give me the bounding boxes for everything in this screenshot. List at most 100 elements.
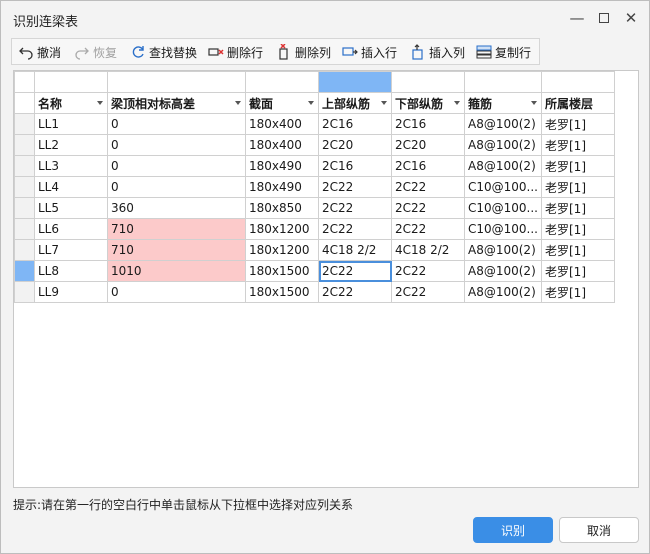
- table-cell[interactable]: C10@100...: [464, 218, 542, 240]
- undo-button[interactable]: 撤消: [18, 42, 61, 62]
- table-cell[interactable]: 2C22: [318, 281, 392, 303]
- table-cell[interactable]: 老罗[1]: [541, 197, 615, 219]
- table-cell[interactable]: 2C22: [391, 176, 465, 198]
- row-header[interactable]: [14, 134, 35, 156]
- column-header-stirrup[interactable]: 箍筋: [464, 92, 542, 114]
- table-cell[interactable]: 老罗[1]: [541, 218, 615, 240]
- maximize-button[interactable]: [591, 7, 617, 29]
- table-cell[interactable]: 180x1500: [245, 281, 319, 303]
- table-cell[interactable]: LL1: [34, 113, 108, 135]
- table-cell[interactable]: 0: [107, 134, 246, 156]
- table-cell[interactable]: LL2: [34, 134, 108, 156]
- table-cell[interactable]: A8@100(2): [464, 155, 542, 177]
- table-cell[interactable]: 4C18 2/2: [318, 239, 392, 261]
- table-cell[interactable]: 4C18 2/2: [391, 239, 465, 261]
- row-header[interactable]: [14, 71, 35, 93]
- table-cell[interactable]: 2C20: [318, 134, 392, 156]
- row-header[interactable]: [14, 239, 35, 261]
- table-cell[interactable]: 0: [107, 281, 246, 303]
- table-cell[interactable]: 0: [107, 155, 246, 177]
- table-cell[interactable]: LL5: [34, 197, 108, 219]
- dropdown-arrow-icon[interactable]: [381, 101, 387, 105]
- minimize-button[interactable]: —: [564, 7, 590, 29]
- table-cell[interactable]: C10@100...: [464, 197, 542, 219]
- table-cell[interactable]: A8@100(2): [464, 260, 542, 282]
- table-cell[interactable]: A8@100(2): [464, 239, 542, 261]
- table-cell[interactable]: 0: [107, 113, 246, 135]
- table-cell[interactable]: LL7: [34, 239, 108, 261]
- close-button[interactable]: ✕: [618, 7, 644, 29]
- column-header-name[interactable]: 名称: [34, 92, 108, 114]
- table-cell[interactable]: 2C22: [318, 218, 392, 240]
- table-cell[interactable]: LL6: [34, 218, 108, 240]
- table-cell[interactable]: 180x1500: [245, 260, 319, 282]
- mapping-cell-selected[interactable]: [318, 71, 392, 93]
- recognize-button[interactable]: 识别: [473, 517, 553, 543]
- table-cell[interactable]: 360: [107, 197, 246, 219]
- table-cell[interactable]: 老罗[1]: [541, 113, 615, 135]
- table-cell[interactable]: 老罗[1]: [541, 260, 615, 282]
- cancel-button[interactable]: 取消: [559, 517, 639, 543]
- table-cell[interactable]: LL8: [34, 260, 108, 282]
- delete-row-button[interactable]: 删除行: [208, 42, 263, 62]
- insert-row-button[interactable]: 插入行: [342, 42, 397, 62]
- table-cell[interactable]: 180x1200: [245, 218, 319, 240]
- row-header[interactable]: [14, 176, 35, 198]
- dropdown-arrow-icon[interactable]: [235, 101, 241, 105]
- mapping-cell[interactable]: [541, 71, 615, 93]
- table-cell[interactable]: C10@100...: [464, 176, 542, 198]
- table-cell[interactable]: 2C22: [318, 197, 392, 219]
- column-header-elevation[interactable]: 梁顶相对标高差: [107, 92, 246, 114]
- table-cell[interactable]: 老罗[1]: [541, 176, 615, 198]
- table-cell[interactable]: LL3: [34, 155, 108, 177]
- table-cell[interactable]: 2C22: [391, 197, 465, 219]
- row-header[interactable]: [14, 197, 35, 219]
- redo-button[interactable]: 恢复: [74, 42, 117, 62]
- insert-col-button[interactable]: 插入列: [410, 42, 465, 62]
- mapping-cell[interactable]: [245, 71, 319, 93]
- table-cell[interactable]: 2C16: [318, 113, 392, 135]
- row-header[interactable]: [14, 155, 35, 177]
- copy-row-button[interactable]: 复制行: [476, 42, 531, 62]
- row-header[interactable]: [14, 260, 35, 282]
- table-cell[interactable]: 180x490: [245, 155, 319, 177]
- table-cell[interactable]: 180x400: [245, 113, 319, 135]
- table-cell[interactable]: 2C22: [318, 260, 392, 282]
- table-cell[interactable]: A8@100(2): [464, 113, 542, 135]
- table-cell[interactable]: 2C22: [318, 176, 392, 198]
- dropdown-arrow-icon[interactable]: [454, 101, 460, 105]
- table-cell[interactable]: 1010: [107, 260, 246, 282]
- table-cell[interactable]: 2C16: [391, 155, 465, 177]
- row-header[interactable]: [14, 92, 35, 114]
- dropdown-arrow-icon[interactable]: [308, 101, 314, 105]
- mapping-cell[interactable]: [107, 71, 246, 93]
- column-header-top-rebar[interactable]: 上部纵筋: [318, 92, 392, 114]
- table-cell[interactable]: 180x490: [245, 176, 319, 198]
- table-cell[interactable]: 2C16: [391, 113, 465, 135]
- table-cell[interactable]: 老罗[1]: [541, 281, 615, 303]
- table-cell[interactable]: 180x850: [245, 197, 319, 219]
- row-header[interactable]: [14, 281, 35, 303]
- mapping-cell[interactable]: [464, 71, 542, 93]
- table-cell[interactable]: 180x400: [245, 134, 319, 156]
- table-cell[interactable]: 老罗[1]: [541, 155, 615, 177]
- column-header-section[interactable]: 截面: [245, 92, 319, 114]
- dropdown-arrow-icon[interactable]: [97, 101, 103, 105]
- column-header-bottom-rebar[interactable]: 下部纵筋: [391, 92, 465, 114]
- delete-col-button[interactable]: 删除列: [276, 42, 331, 62]
- table-cell[interactable]: 2C20: [391, 134, 465, 156]
- table-cell[interactable]: 0: [107, 176, 246, 198]
- row-header[interactable]: [14, 113, 35, 135]
- table-cell[interactable]: 老罗[1]: [541, 239, 615, 261]
- table-cell[interactable]: LL9: [34, 281, 108, 303]
- table-cell[interactable]: LL4: [34, 176, 108, 198]
- mapping-cell[interactable]: [391, 71, 465, 93]
- table-cell[interactable]: 2C22: [391, 218, 465, 240]
- table-cell[interactable]: A8@100(2): [464, 134, 542, 156]
- table-cell[interactable]: 2C22: [391, 281, 465, 303]
- table-cell[interactable]: 2C22: [391, 260, 465, 282]
- dropdown-arrow-icon[interactable]: [531, 101, 537, 105]
- table-cell[interactable]: 老罗[1]: [541, 134, 615, 156]
- table-cell[interactable]: 710: [107, 239, 246, 261]
- mapping-cell[interactable]: [34, 71, 108, 93]
